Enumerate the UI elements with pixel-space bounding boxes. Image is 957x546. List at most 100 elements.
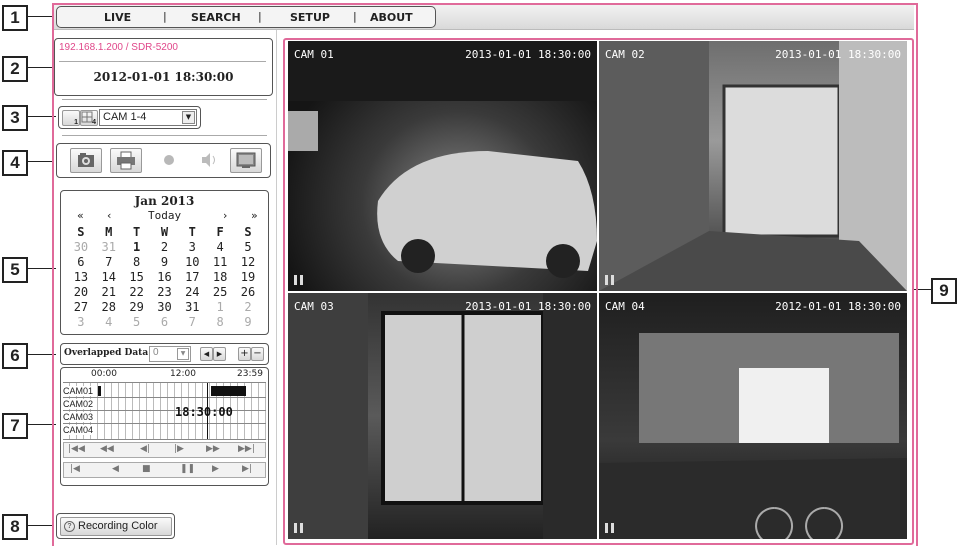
calendar-day[interactable]: 27 <box>67 299 95 314</box>
reverse-play-icon[interactable]: ◀ <box>112 464 119 474</box>
device-divider <box>59 61 266 62</box>
playback-controls-1: |◀◀ ◀◀ ◀| |▶ ▶▶ ▶▶| <box>63 442 266 458</box>
recording-color-button[interactable]: ? Recording Color <box>60 517 172 536</box>
tick-label: 12:00 <box>170 369 196 379</box>
calendar-day[interactable]: 25 <box>206 284 234 299</box>
stop-icon[interactable]: ■ <box>142 464 151 474</box>
week-row: 3 4 5 6 7 8 9 <box>67 314 262 329</box>
chevron-down-icon: ▼ <box>182 111 195 124</box>
calendar-day[interactable]: 5 <box>234 239 262 254</box>
prev-frame-icon[interactable]: |◀ <box>70 464 80 474</box>
calendar-day[interactable]: 6 <box>67 254 95 269</box>
camera-view-1[interactable]: CAM 01 2013-01-01 18:30:00 <box>288 41 597 291</box>
next-month-button[interactable]: › <box>223 209 227 222</box>
calendar-day[interactable]: 19 <box>234 269 262 284</box>
callout-5: 5 <box>2 257 28 283</box>
week-row: 30 31 1 2 3 4 5 <box>67 239 262 254</box>
audio-icon[interactable] <box>197 150 223 170</box>
nav-setup[interactable]: SETUP <box>290 11 330 24</box>
settings-button[interactable] <box>230 148 262 173</box>
prev-year-button[interactable]: « <box>77 209 84 222</box>
calendar-day[interactable]: 22 <box>123 284 151 299</box>
quad-view-button[interactable]: 4 <box>80 110 98 126</box>
callout-9: 9 <box>931 278 957 304</box>
rewind-icon[interactable]: ◀◀ <box>100 444 114 454</box>
single-view-button[interactable]: 1 <box>62 110 80 126</box>
monitor-icon <box>236 152 256 168</box>
nav-live[interactable]: LIVE <box>104 11 131 24</box>
zoom-out-button[interactable]: − <box>251 347 264 361</box>
calendar-day[interactable]: 28 <box>95 299 123 314</box>
zoom-in-button[interactable]: + <box>238 347 251 361</box>
prev-month-button[interactable]: ‹ <box>107 209 111 222</box>
timeline-grid[interactable]: CAM01 CAM02 CAM03 CAM04 18:30:00 <box>63 382 266 440</box>
overlap-value: 0 <box>153 347 159 358</box>
nav-separator: | <box>353 10 357 23</box>
calendar-day[interactable]: 21 <box>95 284 123 299</box>
calendar-day[interactable]: 8 <box>206 314 234 329</box>
calendar-day[interactable]: 24 <box>178 284 206 299</box>
calendar-day[interactable]: 1 <box>206 299 234 314</box>
calendar-day[interactable]: 20 <box>67 284 95 299</box>
record-icon[interactable] <box>164 155 174 165</box>
cam-label: CAM02 <box>63 399 95 409</box>
camera-view-3[interactable]: CAM 03 2013-01-01 18:30:00 <box>288 293 597 539</box>
calendar-day[interactable]: 26 <box>234 284 262 299</box>
calendar-day[interactable]: 13 <box>67 269 95 284</box>
calendar-day[interactable]: 4 <box>95 314 123 329</box>
calendar-day[interactable]: 10 <box>178 254 206 269</box>
camera-view-4[interactable]: CAM 04 2012-01-01 18:30:00 <box>599 293 907 539</box>
cam-label: CAM04 <box>63 425 95 435</box>
calendar-day[interactable]: 15 <box>123 269 151 284</box>
calendar-day[interactable]: 6 <box>151 314 179 329</box>
calendar-day[interactable]: 7 <box>95 254 123 269</box>
calendar-day[interactable]: 18 <box>206 269 234 284</box>
calendar-day[interactable]: 16 <box>151 269 179 284</box>
calendar-day[interactable]: 2 <box>234 299 262 314</box>
calendar-day[interactable]: 12 <box>234 254 262 269</box>
nav-about[interactable]: ABOUT <box>370 11 413 24</box>
capture-button[interactable] <box>70 148 102 173</box>
calendar-day[interactable]: 3 <box>178 239 206 254</box>
next-overlap-button[interactable]: ▶ <box>213 347 226 361</box>
layout-controls: 1 4 CAM 1-4 ▼ <box>58 106 201 129</box>
callout-4: 4 <box>2 150 28 176</box>
today-button[interactable]: Today <box>148 209 181 222</box>
calendar-day[interactable]: 23 <box>151 284 179 299</box>
recording-color-label: Recording Color <box>78 520 158 532</box>
overlap-select[interactable]: 0 ▼ <box>149 346 191 362</box>
calendar-day-selected[interactable]: 1 <box>123 239 151 254</box>
calendar-day[interactable]: 8 <box>123 254 151 269</box>
calendar-day[interactable]: 2 <box>151 239 179 254</box>
cam-select[interactable]: CAM 1-4 ▼ <box>99 109 197 126</box>
calendar-day[interactable]: 4 <box>206 239 234 254</box>
step-back-icon[interactable]: ◀| <box>140 444 150 454</box>
go-start-icon[interactable]: |◀◀ <box>68 444 85 454</box>
calendar-day[interactable]: 11 <box>206 254 234 269</box>
next-year-button[interactable]: » <box>251 209 258 222</box>
play-icon[interactable]: ▶ <box>212 464 219 474</box>
speaker-icon <box>202 153 215 167</box>
next-frame-icon[interactable]: ▶| <box>242 464 252 474</box>
fast-forward-icon[interactable]: ▶▶ <box>206 444 220 454</box>
print-button[interactable] <box>110 148 142 173</box>
calendar-day[interactable]: 9 <box>234 314 262 329</box>
go-end-icon[interactable]: ▶▶| <box>238 444 255 454</box>
calendar-day[interactable]: 9 <box>151 254 179 269</box>
calendar-day[interactable]: 17 <box>178 269 206 284</box>
calendar-day[interactable]: 31 <box>95 239 123 254</box>
calendar-day[interactable]: 5 <box>123 314 151 329</box>
camera-view-2[interactable]: CAM 02 2013-01-01 18:30:00 <box>599 41 907 291</box>
calendar-day[interactable]: 31 <box>178 299 206 314</box>
calendar-day[interactable]: 30 <box>151 299 179 314</box>
calendar-day[interactable]: 14 <box>95 269 123 284</box>
step-forward-icon[interactable]: |▶ <box>174 444 184 454</box>
calendar-day[interactable]: 7 <box>178 314 206 329</box>
calendar-day[interactable]: 30 <box>67 239 95 254</box>
calendar-day[interactable]: 3 <box>67 314 95 329</box>
pause-icon[interactable]: ❚❚ <box>180 464 195 474</box>
prev-overlap-button[interactable]: ◀ <box>200 347 213 361</box>
nav-search[interactable]: SEARCH <box>191 11 241 24</box>
calendar-day[interactable]: 29 <box>123 299 151 314</box>
camera-timestamp: 2013-01-01 18:30:00 <box>465 300 591 313</box>
